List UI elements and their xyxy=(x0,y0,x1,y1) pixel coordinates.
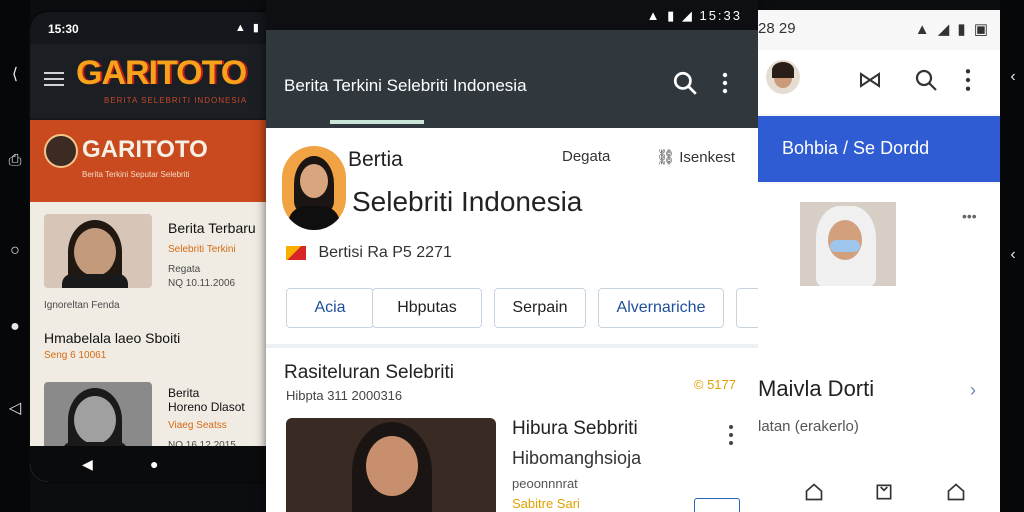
search-icon[interactable] xyxy=(914,68,938,92)
chip-alvernariche[interactable]: Alvernariche xyxy=(598,288,724,328)
middle-phone: ▲ ▮ ◢ 15:33 Berita Terkini Selebriti Ind… xyxy=(266,0,758,512)
feature-subtitle: Hibomanghsioja xyxy=(512,448,642,468)
middle-status-bar: ▲ ▮ ◢ 15:33 xyxy=(266,0,758,30)
status-right: ▲ ◢ ▮ ▣ xyxy=(914,21,990,38)
right-list-item[interactable]: Maivla Dorti latan (erakerlo) › xyxy=(758,360,1000,470)
app-logo-subtitle: BERITA SELEBRITI INDONESIA xyxy=(104,96,248,105)
card-source: Seng 6 10061 xyxy=(44,350,107,361)
card-category: Regata xyxy=(168,264,201,275)
right-back-icon[interactable]: ‹ xyxy=(1004,68,1022,86)
brand-title: GARITOTO xyxy=(82,136,208,163)
section-subtitle: Hibpta 311 2000316 xyxy=(286,388,403,403)
section-divider xyxy=(266,344,758,348)
feature-button[interactable] xyxy=(694,498,740,512)
celebrity-photo[interactable] xyxy=(800,202,896,286)
item-title: Maivla Dorti xyxy=(758,376,875,401)
appbar-title: Berita Terkini Selebriti Indonesia xyxy=(284,76,527,95)
back-triangle-icon[interactable]: ◁ xyxy=(6,400,24,418)
feature-image[interactable] xyxy=(286,418,496,512)
middle-appbar: Berita Terkini Selebriti Indonesia xyxy=(266,30,758,128)
card-title[interactable]: Hmabelala laeo Sboiti xyxy=(44,330,180,346)
user-avatar[interactable] xyxy=(766,60,800,94)
profile-action-2-label: Isenkest xyxy=(679,149,736,166)
card-source: Viaeg Seatss xyxy=(168,420,227,431)
home-outline-icon[interactable] xyxy=(946,482,966,502)
section-badge: © 5177 xyxy=(693,377,736,392)
flag-icon xyxy=(286,245,306,260)
right-toolbar xyxy=(758,50,1000,114)
menu-icon[interactable] xyxy=(44,72,64,86)
news-thumbnail[interactable] xyxy=(44,382,152,456)
profile-meta-text: Bertisi Ra P5 2271 xyxy=(318,244,452,261)
chip-serpain[interactable]: Serpain xyxy=(494,288,586,328)
back-button[interactable]: ◀ xyxy=(82,456,93,473)
tab-indicator xyxy=(330,120,424,124)
more-icon[interactable] xyxy=(728,424,734,446)
brand-avatar xyxy=(44,134,78,168)
app-icon[interactable]: ⎙ xyxy=(6,152,24,170)
right-status-bar: 28 29 ▲ ◢ ▮ ▣ xyxy=(758,10,1000,44)
profile-name-line2: Selebriti Indonesia xyxy=(352,186,583,217)
left-feed: Berita Terbaru Selebriti Terkini Regata … xyxy=(30,202,292,482)
card-footer: Ignoreltan Fenda xyxy=(44,300,120,311)
card-date: NQ 10.11.2006 xyxy=(168,278,236,289)
status-time: 15:30 xyxy=(48,22,79,36)
right-banner[interactable]: Bohbia / Se Dordd xyxy=(758,116,1000,182)
left-bottom-nav: ◀ ● xyxy=(30,446,292,482)
item-subtitle: latan (erakerlo) xyxy=(758,418,859,435)
banner-text: Bohbia / Se Dordd xyxy=(782,138,930,158)
profile-action-2[interactable]: ⛓ Isenkest xyxy=(656,148,735,166)
system-nav-left: ⟨ ⎙ ○ ● ◁ xyxy=(0,0,30,512)
record-icon[interactable]: ● xyxy=(6,318,24,336)
news-thumbnail[interactable] xyxy=(44,214,152,288)
card-title[interactable]: Berita xyxy=(168,386,199,400)
card-title[interactable]: Berita Terbaru xyxy=(168,220,256,236)
left-status-bar: 15:30 ▲ ▮ ▮ xyxy=(30,12,292,42)
right-card[interactable]: ••• xyxy=(758,184,1000,361)
bowtie-icon[interactable] xyxy=(858,68,882,92)
card-source: Selebriti Terkini xyxy=(168,244,236,255)
status-left: 28 29 xyxy=(758,20,796,37)
profile-name-line1: Bertia xyxy=(348,148,403,171)
card-more-icon[interactable]: ••• xyxy=(962,208,977,224)
home-icon[interactable] xyxy=(804,482,824,502)
status-icons: ▲ ▮ ◢ 15:33 xyxy=(646,8,742,23)
card-subtitle: Horeno Dlasot xyxy=(168,400,245,414)
feature-source: Sabitre Sari xyxy=(512,496,580,511)
search-icon[interactable] xyxy=(672,70,698,96)
brand-subtitle: Berita Terkini Seputar Selebriti xyxy=(82,170,190,179)
chip-hbputas[interactable]: Hbputas xyxy=(372,288,482,328)
brand-banner[interactable]: GARITOTO Berita Terkini Seputar Selebrit… xyxy=(30,120,292,202)
link-icon: ⛓ xyxy=(656,149,680,166)
system-nav-right: ‹ ‹ xyxy=(1000,0,1024,512)
more-icon[interactable] xyxy=(962,68,974,92)
chip-acia[interactable]: Acia xyxy=(286,288,374,328)
feature-extra: peoonnnrat xyxy=(512,476,578,491)
profile-section: Bertia Selebriti Indonesia Degata ⛓ Isen… xyxy=(266,128,758,348)
chevron-right-icon[interactable]: › xyxy=(970,380,976,401)
more-icon[interactable] xyxy=(721,72,729,94)
left-appbar: GARITOTO BERITA SELEBRITI INDONESIA xyxy=(30,44,292,118)
right-side-button[interactable]: ‹ xyxy=(1004,246,1022,264)
back-icon[interactable]: ⟨ xyxy=(6,66,24,84)
bookmark-icon[interactable] xyxy=(874,482,894,502)
home-circle-icon[interactable]: ○ xyxy=(6,242,24,260)
feature-title[interactable]: Hibura Sebbriti xyxy=(512,418,638,440)
right-bottom-nav xyxy=(758,470,1000,512)
left-phone: 15:30 ▲ ▮ ▮ GARITOTO BERITA SELEBRITI IN… xyxy=(30,12,292,482)
profile-meta: Bertisi Ra P5 2271 xyxy=(286,244,452,262)
section-title: Rasiteluran Selebriti xyxy=(284,362,455,383)
app-logo: GARITOTO xyxy=(76,54,247,92)
chip-overflow[interactable] xyxy=(736,288,758,328)
home-button[interactable]: ● xyxy=(150,456,158,472)
profile-action-1[interactable]: Degata xyxy=(562,148,610,165)
profile-avatar[interactable] xyxy=(282,146,346,230)
right-phone: 28 29 ▲ ◢ ▮ ▣ Bohbia / Se Dordd ••• Maiv… xyxy=(758,10,1000,512)
